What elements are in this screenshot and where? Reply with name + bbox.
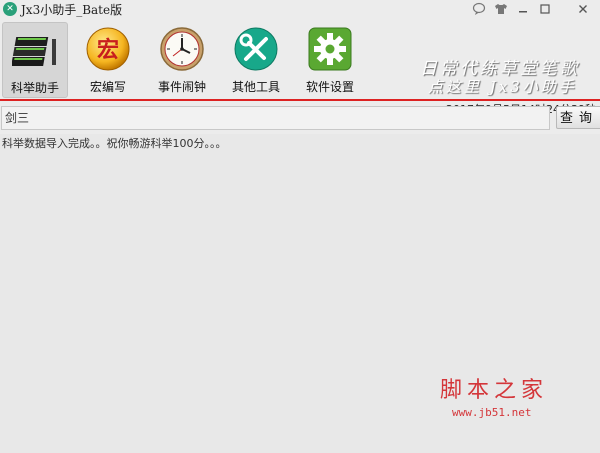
tool-other-tools[interactable]: 其他工具 xyxy=(224,22,288,96)
clock-icon xyxy=(159,26,205,72)
tool-label: 事件闹钟 xyxy=(157,80,206,94)
title-bar: ✕ Jx3小助手_Bate版 xyxy=(0,0,600,20)
tool-keju-assistant[interactable]: 科举助手 xyxy=(2,22,68,98)
tool-label: 其他工具 xyxy=(231,80,280,94)
app-logo-icon: ✕ xyxy=(3,2,17,16)
search-input[interactable]: 剑三 xyxy=(1,106,550,130)
tools-icon xyxy=(233,26,279,72)
macro-icon-glyph: 宏 xyxy=(97,37,119,63)
tool-label: 宏编写 xyxy=(89,80,126,94)
tool-label: 科举助手 xyxy=(10,81,59,95)
tool-label: 软件设置 xyxy=(305,80,354,94)
watermark-title: 脚本之家 xyxy=(440,378,549,403)
tool-macro-editor[interactable]: 宏 宏编写 xyxy=(76,22,140,96)
toolbar: 科举助手 宏 宏编写 事件闹钟 其他工具 软件设置 日常代练草堂笔歌 点这里 J… xyxy=(0,20,600,116)
chat-icon[interactable] xyxy=(472,2,486,16)
books-icon xyxy=(11,27,58,73)
shirt-icon[interactable] xyxy=(494,2,508,16)
maximize-icon[interactable] xyxy=(538,2,552,16)
settings-gear-icon xyxy=(307,26,353,72)
watermark: 脚本之家 www.jb51.net xyxy=(440,372,548,419)
close-icon[interactable] xyxy=(576,2,590,16)
slogan-line-2[interactable]: 点这里 Jx3小助手 xyxy=(428,76,577,97)
minimize-icon[interactable] xyxy=(516,2,530,16)
tool-software-settings[interactable]: 软件设置 xyxy=(298,22,362,96)
query-button[interactable]: 查询 xyxy=(556,106,600,129)
tool-event-alarm[interactable]: 事件闹钟 xyxy=(150,22,214,96)
macro-icon: 宏 xyxy=(85,26,131,72)
watermark-url: www.jb51.net xyxy=(452,406,532,419)
output-log-text: 科举数据导入完成。。祝你畅游科举100分。。。 xyxy=(2,137,227,150)
window-title: Jx3小助手_Bate版 xyxy=(21,3,123,17)
accent-divider xyxy=(0,99,600,101)
